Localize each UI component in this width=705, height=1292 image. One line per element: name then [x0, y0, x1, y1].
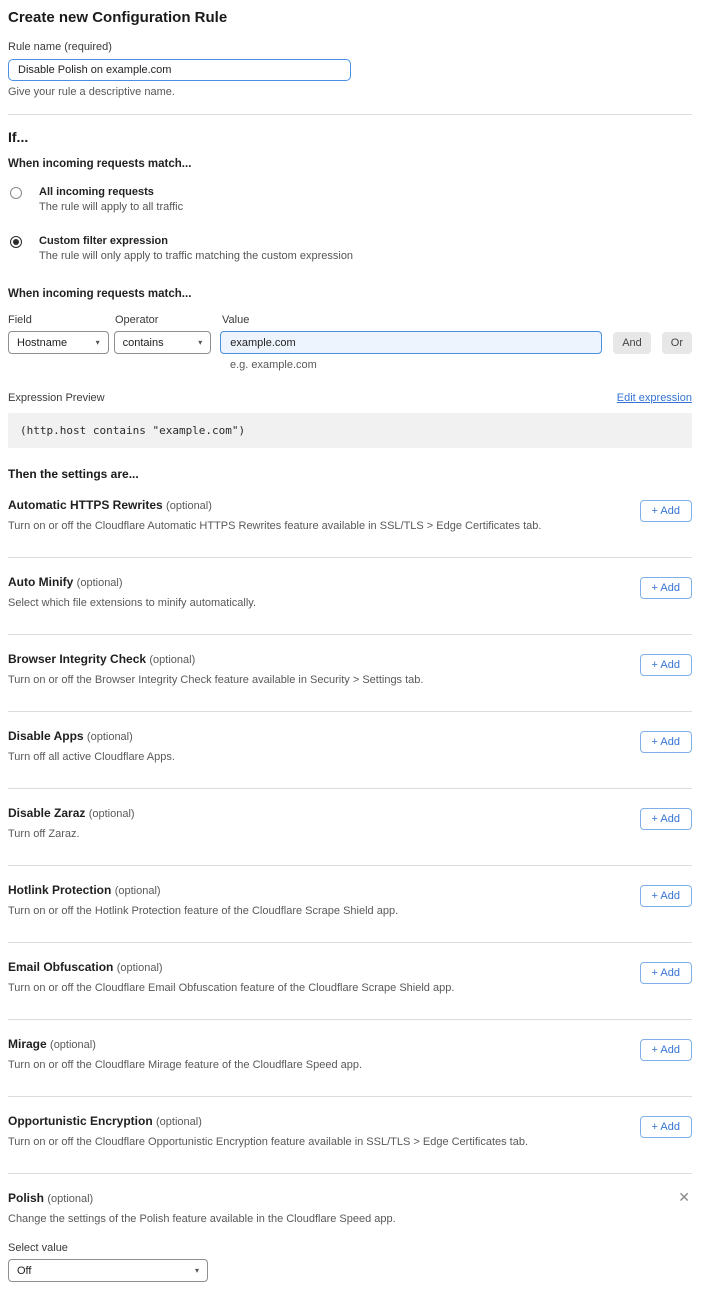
value-label: Value: [222, 314, 249, 326]
add-button[interactable]: + Add: [640, 1039, 692, 1061]
divider: [8, 114, 692, 115]
setting-name: Automatic HTTPS Rewrites: [8, 498, 163, 512]
chevron-down-icon: ▾: [96, 338, 100, 347]
setting-item: Email Obfuscation (optional) Turn on or …: [8, 943, 692, 1019]
expression-preview-code: (http.host contains "example.com"): [8, 413, 692, 448]
add-button[interactable]: + Add: [640, 1116, 692, 1138]
setting-name: Opportunistic Encryption: [8, 1114, 153, 1128]
radio-option-custom-filter-expression[interactable]: Custom filter expression The rule will o…: [8, 235, 692, 262]
expression-preview-label: Expression Preview: [8, 392, 105, 404]
or-button[interactable]: Or: [662, 332, 692, 354]
add-button[interactable]: + Add: [640, 577, 692, 599]
expression-builder-row: Hostname ▾ contains ▾ And Or: [8, 331, 692, 354]
setting-description: Turn on or off the Cloudflare Mirage fea…: [8, 1059, 362, 1071]
settings-list: Automatic HTTPS Rewrites (optional) Turn…: [8, 481, 692, 1174]
setting-name: Disable Zaraz: [8, 806, 85, 820]
setting-item: Browser Integrity Check (optional) Turn …: [8, 635, 692, 711]
operator-select[interactable]: contains ▾: [114, 331, 212, 354]
select-value-label: Select value: [8, 1242, 692, 1254]
setting-description: Turn on or off the Browser Integrity Che…: [8, 674, 423, 686]
setting-description: Turn on or off the Cloudflare Automatic …: [8, 520, 541, 532]
setting-name: Disable Apps: [8, 729, 84, 743]
radio-icon[interactable]: [10, 187, 22, 199]
add-button[interactable]: + Add: [640, 808, 692, 830]
setting-optional-label: (optional): [166, 500, 212, 512]
setting-item: Mirage (optional) Turn on or off the Clo…: [8, 1020, 692, 1096]
close-icon[interactable]: ✕: [676, 1191, 692, 1203]
add-button[interactable]: + Add: [640, 654, 692, 676]
setting-name: Mirage: [8, 1037, 47, 1051]
radio-description: The rule will apply to all traffic: [39, 201, 183, 213]
if-heading: If...: [8, 129, 692, 145]
setting-item: Opportunistic Encryption (optional) Turn…: [8, 1097, 692, 1173]
setting-description: Turn on or off the Cloudflare Email Obfu…: [8, 982, 454, 994]
setting-optional-label: (optional): [50, 1039, 96, 1051]
setting-description: Change the settings of the Polish featur…: [8, 1213, 692, 1225]
radio-description: The rule will only apply to traffic matc…: [39, 250, 353, 262]
field-select-value: Hostname: [17, 337, 67, 349]
polish-value-select[interactable]: Off ▾: [8, 1259, 208, 1282]
create-configuration-rule-form: Create new Configuration Rule Rule name …: [0, 0, 705, 1292]
then-settings-heading: Then the settings are...: [8, 467, 692, 481]
setting-name: Auto Minify: [8, 575, 73, 589]
setting-item: Hotlink Protection (optional) Turn on or…: [8, 866, 692, 942]
setting-description: Select which file extensions to minify a…: [8, 597, 256, 609]
builder-heading: When incoming requests match...: [8, 288, 692, 300]
page-title: Create new Configuration Rule: [8, 9, 692, 26]
setting-description: Turn on or off the Cloudflare Opportunis…: [8, 1136, 528, 1148]
edit-expression-link[interactable]: Edit expression: [617, 392, 692, 404]
setting-item: Disable Apps (optional) Turn off all act…: [8, 712, 692, 788]
add-button[interactable]: + Add: [640, 962, 692, 984]
and-button[interactable]: And: [613, 332, 651, 354]
setting-item: Automatic HTTPS Rewrites (optional) Turn…: [8, 481, 692, 557]
builder-column-labels: Field Operator Value: [8, 314, 692, 326]
add-button[interactable]: + Add: [640, 731, 692, 753]
setting-description: Turn off all active Cloudflare Apps.: [8, 751, 175, 763]
operator-select-value: contains: [123, 337, 164, 349]
rule-name-label: Rule name (required): [8, 41, 692, 53]
setting-optional-label: (optional): [89, 808, 135, 820]
setting-optional-label: (optional): [77, 577, 123, 589]
setting-optional-label: (optional): [117, 962, 163, 974]
radio-option-all-incoming-requests[interactable]: All incoming requests The rule will appl…: [8, 186, 692, 213]
incoming-requests-match-heading: When incoming requests match...: [8, 158, 692, 170]
setting-optional-label: (optional): [87, 731, 133, 743]
polish-select-value: Off: [17, 1265, 31, 1277]
add-button[interactable]: + Add: [640, 885, 692, 907]
field-label: Field: [8, 314, 115, 326]
setting-optional-label: (optional): [115, 885, 161, 897]
radio-icon-selected[interactable]: [10, 236, 22, 248]
setting-optional-label: (optional): [149, 654, 195, 666]
chevron-down-icon: ▾: [198, 338, 202, 347]
radio-label: All incoming requests: [39, 186, 183, 198]
value-input[interactable]: [220, 331, 602, 354]
operator-label: Operator: [115, 314, 222, 326]
setting-name: Hotlink Protection: [8, 883, 111, 897]
setting-item: Disable Zaraz (optional) Turn off Zaraz.…: [8, 789, 692, 865]
setting-optional-label: (optional): [156, 1116, 202, 1128]
setting-optional-label: (optional): [47, 1193, 93, 1205]
add-button[interactable]: + Add: [640, 500, 692, 522]
setting-description: Turn off Zaraz.: [8, 828, 135, 840]
rule-name-input[interactable]: [8, 59, 351, 81]
setting-name: Browser Integrity Check: [8, 652, 146, 666]
setting-name: Polish: [8, 1191, 44, 1205]
setting-item: Auto Minify (optional) Select which file…: [8, 558, 692, 634]
radio-label: Custom filter expression: [39, 235, 353, 247]
chevron-down-icon: ▾: [195, 1266, 199, 1275]
setting-item-polish-expanded: Polish (optional) ✕ Change the settings …: [8, 1174, 692, 1282]
field-select[interactable]: Hostname ▾: [8, 331, 109, 354]
setting-description: Turn on or off the Hotlink Protection fe…: [8, 905, 398, 917]
rule-name-help: Give your rule a descriptive name.: [8, 86, 692, 98]
setting-name: Email Obfuscation: [8, 960, 113, 974]
value-help-text: e.g. example.com: [230, 359, 692, 371]
